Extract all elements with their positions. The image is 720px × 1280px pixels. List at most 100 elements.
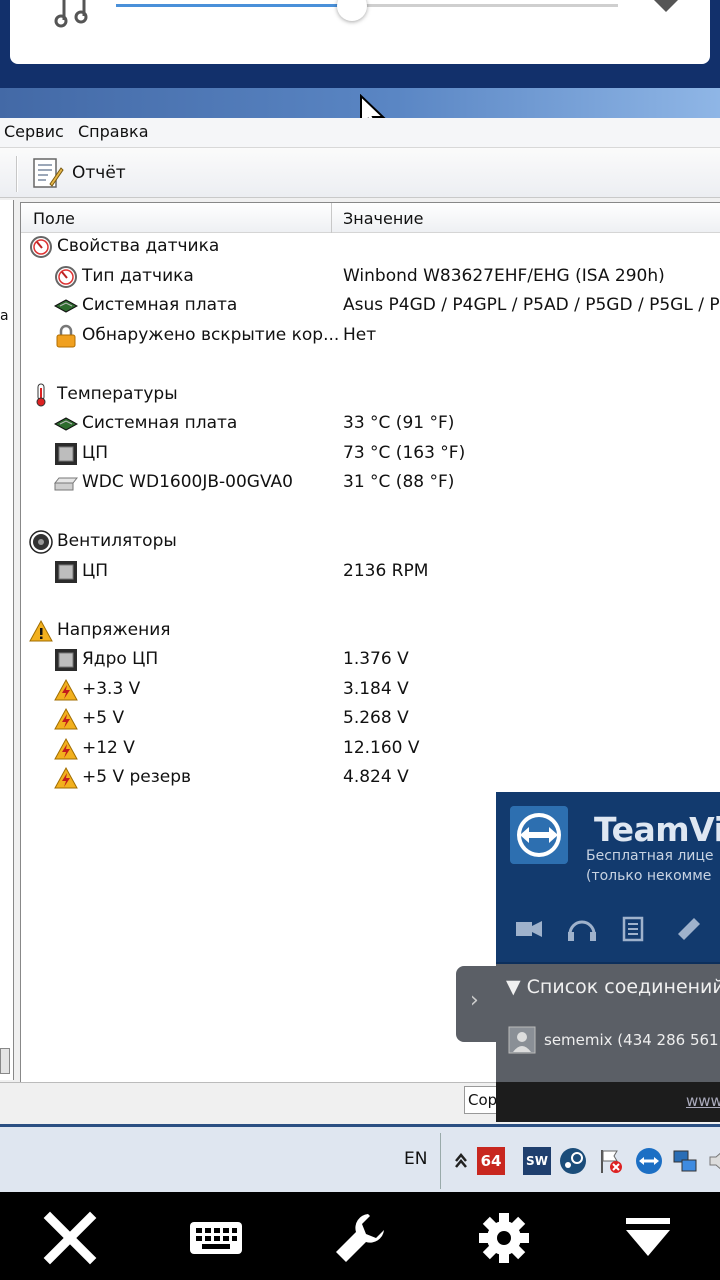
connection-item[interactable]: sememix (434 286 561) [508, 1026, 720, 1054]
left-pane-scrollbar[interactable] [0, 1048, 10, 1074]
group-header[interactable]: Свойства датчика [21, 233, 720, 262]
menu-service[interactable]: Сервис [4, 122, 64, 141]
report-icon [33, 158, 64, 188]
volume-slider-thumb[interactable] [336, 0, 367, 21]
sensor-field: Системная плата [82, 295, 238, 315]
sensor-row[interactable]: WDC WD1600JB-00GVA0 31 °C (88 °F) [21, 469, 720, 498]
sensor-row[interactable]: +3.3 V 3.184 V [21, 676, 720, 705]
toolbar-separator [16, 156, 18, 192]
group-header[interactable]: Вентиляторы [21, 528, 720, 557]
sensor-row[interactable]: Тип датчика Winbond W83627EHF/EHG (ISA 29… [21, 263, 720, 292]
sensor-value: 31 °C (88 °F) [343, 472, 455, 492]
teamviewer-popup: TeamVie Бесплатная лице (только некомме … [496, 792, 720, 1122]
keyboard-icon[interactable] [188, 1210, 244, 1266]
connection-name: sememix (434 286 561) [544, 1031, 720, 1049]
group-title: Вентиляторы [57, 531, 177, 551]
sensor-field: +12 V [82, 737, 135, 758]
cpu-chip-icon [54, 442, 78, 466]
sensor-value: 12.160 V [343, 737, 420, 758]
sw-tray-icon[interactable]: SW [523, 1147, 551, 1175]
connections-list: ▼ Список соединений sememix (434 286 561… [496, 964, 720, 1082]
sensor-value: 4.824 V [343, 767, 409, 787]
lock-icon [54, 324, 78, 348]
sensor-field: ЦП [82, 560, 108, 581]
teamviewer-title: TeamVie [594, 810, 720, 849]
group-header[interactable]: Напряжения [21, 617, 720, 646]
music-note-icon [54, 0, 88, 28]
column-header-value[interactable]: Значение [343, 209, 424, 228]
document-icon[interactable] [622, 916, 644, 942]
column-divider[interactable] [331, 203, 332, 233]
sensor-row[interactable]: Системная плата 33 °C (91 °F) [21, 410, 720, 439]
chevron-right-icon: › [470, 988, 479, 1013]
volume-slider[interactable] [116, 0, 618, 21]
wrench-icon[interactable] [332, 1210, 388, 1266]
sensor-value: Winbond W83627EHF/EHG (ISA 290h) [343, 265, 665, 286]
toolbar: Отчёт [0, 148, 720, 198]
motherboard-icon [53, 294, 79, 318]
teamviewer-footer: www [496, 1082, 720, 1122]
aida64-tray-icon[interactable]: 64 [477, 1147, 505, 1175]
sensor-value: Asus P4GD / P4GPL / P5AD / P5GD / P5GL /… [343, 295, 720, 315]
cpu-chip-icon [54, 648, 78, 672]
close-icon[interactable] [42, 1210, 98, 1266]
sensor-row[interactable]: Обнаружено вскрытие кор... Нет [21, 322, 720, 351]
sensor-row[interactable]: +5 V резерв 4.824 V [21, 764, 720, 793]
teamviewer-logo-icon [510, 806, 568, 864]
sensor-row[interactable]: +12 V 12.160 V [21, 735, 720, 764]
teamviewer-actions [516, 916, 700, 942]
sensor-value: 2136 RPM [343, 560, 429, 581]
voltage-warning-icon [54, 766, 78, 790]
left-pane-text-fragment: a [0, 308, 9, 324]
warning-icon [29, 619, 53, 643]
brush-icon[interactable] [678, 918, 700, 940]
sensor-row[interactable]: Системная плата Asus P4GD / P4GPL / P5AD … [21, 292, 720, 321]
sensor-row[interactable]: ЦП 2136 RPM [21, 558, 720, 587]
group-title: Напряжения [57, 619, 171, 640]
volume-expand-icon[interactable] [654, 0, 678, 12]
action-center-flag-icon[interactable] [597, 1147, 625, 1175]
report-label: Отчёт [72, 163, 126, 183]
steam-icon[interactable] [559, 1147, 587, 1175]
column-header-field[interactable]: Поле [33, 209, 75, 228]
cpu-chip-icon [54, 560, 78, 584]
volume-slider-fill [116, 4, 352, 7]
sensor-value: 3.184 V [343, 678, 409, 699]
sensor-field: Ядро ЦП [82, 649, 159, 669]
hide-controls-icon[interactable] [620, 1210, 676, 1266]
report-button[interactable]: Отчёт [30, 156, 126, 190]
sensor-field: ЦП [82, 442, 108, 463]
user-avatar-icon [508, 1026, 536, 1054]
remote-taskbar: EN 64 SW [0, 1124, 720, 1192]
sensor-row[interactable]: +5 V 5.268 V [21, 705, 720, 734]
sensor-value: 5.268 V [343, 708, 409, 728]
show-hidden-icons-icon[interactable] [447, 1147, 475, 1175]
teamviewer-collapse-tab[interactable]: › [456, 966, 498, 1042]
group-header[interactable]: Температуры [21, 381, 720, 410]
teamviewer-license-line-2: (только некомме [586, 868, 712, 884]
sensor-field: WDC WD1600JB-00GVA0 [82, 472, 293, 492]
sensor-value: 1.376 V [343, 649, 409, 669]
teamviewer-header: TeamVie Бесплатная лице (только некомме [496, 792, 720, 962]
video-camera-icon[interactable] [516, 921, 542, 937]
sensor-row[interactable]: Ядро ЦП 1.376 V [21, 646, 720, 675]
group-title: Температуры [57, 383, 178, 404]
gear-icon[interactable] [476, 1210, 532, 1266]
sensor-field: Тип датчика [82, 265, 194, 286]
headset-icon[interactable] [568, 920, 596, 941]
sensor-row[interactable]: ЦП 73 °C (163 °F) [21, 440, 720, 469]
sensor-gauge-icon [54, 265, 78, 289]
volume-panel [10, 0, 710, 64]
menu-help[interactable]: Справка [78, 122, 149, 141]
teamviewer-website-link[interactable]: www [686, 1092, 720, 1110]
network-icon[interactable] [671, 1147, 699, 1175]
thermometer-icon [29, 383, 53, 407]
voltage-warning-icon [54, 678, 78, 702]
language-indicator[interactable]: EN [404, 1149, 427, 1169]
teamviewer-tray-icon[interactable] [635, 1147, 663, 1175]
left-navigation-pane[interactable]: a [0, 200, 14, 1080]
sensor-gauge-icon [29, 235, 53, 259]
sensor-value: Нет [343, 324, 377, 345]
connections-list-header[interactable]: ▼ Список соединений [506, 976, 720, 998]
speaker-icon[interactable] [707, 1147, 720, 1175]
